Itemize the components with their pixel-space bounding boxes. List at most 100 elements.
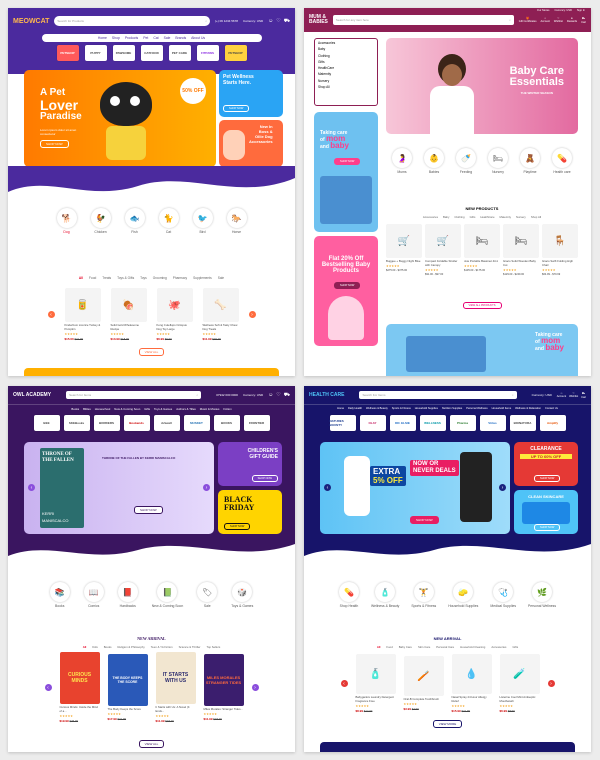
view-all-button[interactable]: VIEW ALL (138, 348, 165, 356)
logo[interactable]: MUM & BABIES (309, 15, 328, 25)
cart-icon[interactable]: ⛟ Cart (581, 17, 586, 24)
promo-banner-gift-guide[interactable]: CHILDREN'S GIFT GUIDE SHOP NOW (218, 442, 282, 486)
nav-item[interactable]: Gifts (144, 407, 150, 411)
product-card[interactable]: 🍖 Solid Gold Wholesome Recipe ★★★★★ $13.99 … (110, 288, 147, 341)
search-input[interactable]: Search for Items ⌕ (66, 391, 202, 399)
prev-arrow-icon[interactable]: ‹ (340, 680, 348, 687)
promo-banner-skincare[interactable]: CLEAN SKINCARE SHOP NOW (514, 490, 578, 534)
tab[interactable]: Religion & Philosophy (118, 645, 145, 649)
shop-now-button[interactable]: SHOP NOW (410, 516, 439, 524)
tab[interactable]: Baby (443, 215, 449, 219)
shop-now-button[interactable]: SHOP NOW (224, 523, 251, 530)
search-icon[interactable]: ⌕ (205, 19, 207, 23)
nav-item[interactable]: Daily Health (348, 407, 362, 410)
category-personal-wellness[interactable]: 🌿 Personal Wellness (528, 582, 556, 608)
product-card[interactable]: 🛒 Compact Foldable Stroller with Canopy ★★… (425, 224, 461, 276)
category-sports-fitness[interactable]: 🏋 Sports & Fitness (411, 582, 436, 608)
category-wellness-beauty[interactable]: 🧴 Wellness & Beauty (371, 582, 399, 608)
product-card[interactable]: 🛒 Buggee + Buggy Night Blue ★★★★★ $275.00 -… (386, 224, 422, 276)
cart-icon[interactable]: ⛟ (284, 392, 290, 399)
tab[interactable]: Household Cleaning (460, 645, 485, 649)
sign-in-link[interactable]: Sign In (577, 9, 585, 12)
tab[interactable]: Grooming (153, 276, 167, 280)
tab[interactable]: Accessories (491, 645, 506, 649)
tab[interactable]: Pharmacy (173, 276, 187, 280)
category-comics[interactable]: 📖 Comics (83, 582, 104, 608)
tab[interactable]: Toys (140, 276, 147, 280)
hero-banner[interactable]: THRONE OF THE FALLEN KERRI MANISCALCO TH… (24, 442, 214, 534)
reward-icon[interactable]: ★ Rewards (567, 17, 577, 24)
nav-item[interactable]: Brands (175, 36, 186, 40)
search-icon[interactable]: ⌕ (512, 393, 514, 397)
prev-arrow-icon[interactable]: ‹ (324, 484, 331, 491)
nav-item[interactable]: Home (98, 36, 107, 40)
category-horse[interactable]: 🐎 Horse (226, 208, 247, 234)
nav-item[interactable]: Cat (153, 36, 158, 40)
currency-selector[interactable]: Currency: USD (243, 393, 263, 397)
brand-logo[interactable]: Amplify (539, 415, 566, 431)
nav-item[interactable]: Shop (112, 36, 120, 40)
shop-now-button[interactable]: SHOP NOW (134, 506, 163, 514)
category-bird[interactable]: 🐦 Bird (192, 208, 213, 234)
promo-banner-wellness[interactable]: Flat 20% Off Pet Wellness Starts Here. S… (219, 70, 283, 117)
next-arrow-icon[interactable]: › (248, 311, 256, 318)
brand-logo[interactable]: FRONTIER (243, 415, 270, 431)
brand-logo[interactable]: PAWSOME (112, 45, 135, 61)
promo-banner-accessories[interactable]: New In Boss & Ollie Dog Accessories (219, 120, 283, 167)
menu-item[interactable]: Maternity (318, 72, 374, 76)
next-arrow-icon[interactable]: › (547, 680, 555, 687)
tab[interactable]: Supplements (193, 276, 212, 280)
tab[interactable]: Skin Care (418, 645, 430, 649)
nav-item[interactable]: Fiction (223, 407, 231, 411)
shop-now-button[interactable]: SHOP NOW (334, 282, 361, 289)
category-sale[interactable]: 🏷 Sale (197, 582, 218, 608)
brand-logo[interactable]: CATFOOD (140, 45, 163, 61)
prev-arrow-icon[interactable]: ‹ (28, 484, 35, 491)
category-babies[interactable]: 👶 Babies (424, 148, 444, 174)
logo[interactable]: MEOWCAT (13, 18, 49, 25)
product-card[interactable]: IT STARTS WITH US It Starts with Us: A No… (155, 652, 196, 723)
tab-all[interactable]: All (377, 645, 381, 649)
product-card[interactable]: 🐙 Kong Cuteflops Octopus Dog Toy Large ★★★… (156, 288, 193, 341)
brand-logo[interactable]: MUSKET (183, 415, 210, 431)
category-toys-games[interactable]: 🎲 Toys & Games (231, 582, 253, 608)
brand-logo[interactable]: SKEBooks (63, 415, 90, 431)
tab[interactable]: Gifts (470, 215, 476, 219)
shop-now-button[interactable]: SHOP NOW (534, 475, 561, 482)
nav-item[interactable]: Nutrition Supplies (442, 407, 462, 410)
product-card[interactable]: THE BODY KEEPS THE SCORE The Body Keeps t… (107, 654, 148, 721)
currency-selector[interactable]: Currency: USD (554, 9, 571, 12)
category-chicken[interactable]: 🐓 Chicken (90, 208, 111, 234)
search-input[interactable]: Search for any item here ⌕ (332, 15, 514, 25)
user-icon[interactable]: ☺ Account (541, 17, 550, 24)
logo[interactable]: HEALTH CARE (309, 392, 344, 398)
tab-all[interactable]: All (79, 276, 83, 280)
user-icon[interactable]: ☺ (268, 18, 273, 25)
tab[interactable]: Shop All (531, 215, 541, 219)
category-feeding[interactable]: 🍼 Feeding (456, 148, 476, 174)
product-card[interactable]: 🪥 Oral-B Complete Toothbrush ★★★★★ $3.99 $4… (403, 656, 444, 711)
brand-logo[interactable]: NATURES BOUNTY (329, 415, 356, 431)
category-hardbacks[interactable]: 📕 Hardbacks (117, 582, 138, 608)
nav-item[interactable]: Homeschool (95, 407, 111, 411)
next-arrow-icon[interactable]: › (203, 484, 210, 491)
cart-icon[interactable]: ⛟ Cart (581, 392, 586, 399)
category-household[interactable]: 🧽 Household Supplies (448, 582, 478, 608)
view-more-button[interactable]: VIEW MORE (432, 720, 463, 728)
currency-selector[interactable]: Currency: USD (243, 19, 263, 23)
view-all-products-button[interactable]: VIEW ALL PRODUCTS (462, 302, 502, 309)
menu-item[interactable]: Clothing (318, 54, 374, 58)
product-card[interactable]: 🪑 Graco Swift Folding High Chair ★★★★★ $64.… (542, 224, 578, 276)
product-card[interactable]: 🧴 Babyganics Laundry Detergent Fragrance … (355, 654, 396, 713)
product-card[interactable]: 🛏 Graco Solid Wooden Baby Cot ★★★★★ $129.00… (503, 224, 539, 276)
brand-logo[interactable]: WELLNESS (419, 415, 446, 431)
brand-logo[interactable]: PUPPY (84, 45, 107, 61)
nav-item[interactable]: Bibles (83, 407, 91, 411)
nav-item[interactable]: Sale (164, 36, 171, 40)
hero-banner[interactable]: Baby Care Essentials THE WINTER SEASON (386, 38, 578, 134)
brand-logo[interactable]: BORDERS (93, 415, 120, 431)
nav-item[interactable]: Pet (143, 36, 148, 40)
tab[interactable]: Baby Care (399, 645, 412, 649)
shop-now-button[interactable]: SHOP NOW (40, 140, 69, 148)
nav-item[interactable]: About Us (191, 36, 205, 40)
